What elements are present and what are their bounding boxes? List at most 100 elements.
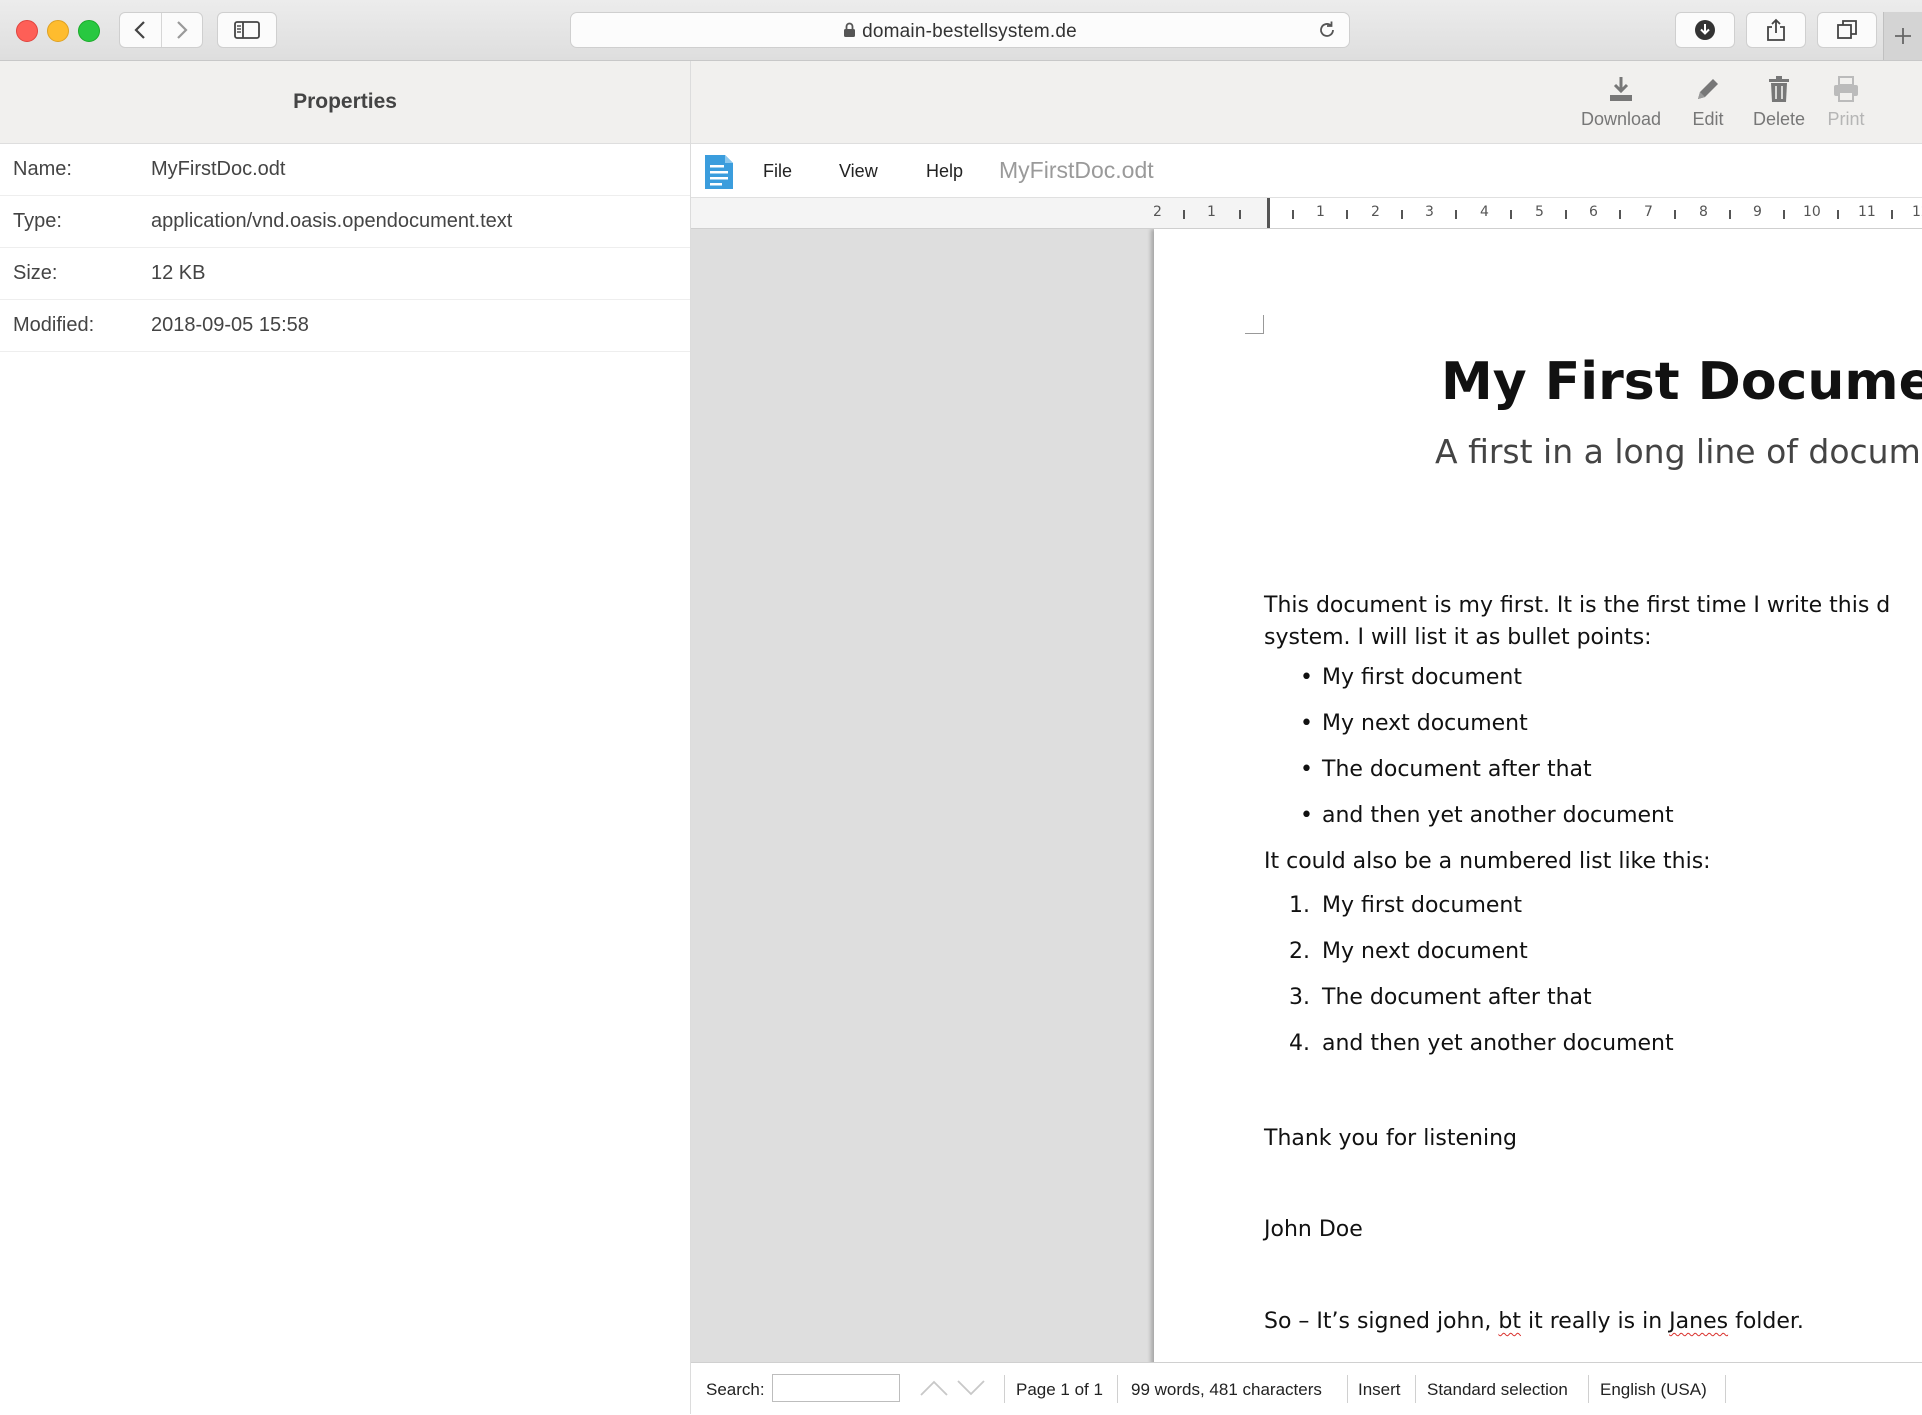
lock-icon xyxy=(844,22,856,37)
edit-label: Edit xyxy=(1692,109,1724,129)
bullet-mark: • xyxy=(1300,711,1313,736)
ruler-tick xyxy=(1510,210,1512,219)
margin-corner-mark xyxy=(1245,315,1264,334)
ruler-label: 3 xyxy=(1425,204,1434,220)
status-bar: Search: Page 1 of 1 99 words, 481 charac… xyxy=(691,1362,1922,1415)
printer-icon xyxy=(1834,76,1858,102)
reload-icon[interactable] xyxy=(1317,20,1337,40)
browser-toolbar: domain-bestellsystem.de xyxy=(0,0,1922,61)
new-tab-button[interactable] xyxy=(1883,12,1922,60)
page-indicator: Page 1 of 1 xyxy=(1016,1380,1103,1399)
trash-icon xyxy=(1769,76,1789,102)
property-value: application/vnd.oasis.opendocument.text xyxy=(151,210,513,232)
sidebar-toggle-button[interactable] xyxy=(217,12,277,48)
bullet-mark: • xyxy=(1300,803,1313,828)
ruler-label: 1 xyxy=(1207,204,1216,220)
ruler-tick xyxy=(1891,210,1893,219)
close-window-button[interactable] xyxy=(16,20,38,42)
closing-text: folder. xyxy=(1728,1309,1804,1334)
ruler-label: 12 xyxy=(1912,204,1922,220)
plus-icon xyxy=(1895,28,1911,44)
bullet-item: My next document xyxy=(1322,711,1528,736)
tab-overview-button[interactable] xyxy=(1817,12,1877,48)
bullet-mark: • xyxy=(1300,757,1313,782)
delete-label: Delete xyxy=(1752,109,1806,129)
property-key: Modified: xyxy=(13,314,95,336)
delete-button[interactable]: Delete xyxy=(1747,75,1811,130)
intro-paragraph-line: system. I will list it as bullet points: xyxy=(1264,625,1652,650)
ruler-label: 11 xyxy=(1858,204,1876,220)
numbered-item: and then yet another document xyxy=(1322,1031,1674,1056)
forward-button[interactable] xyxy=(160,13,203,47)
closing-line: So – It’s signed john, bt it really is i… xyxy=(1264,1306,1804,1338)
properties-panel: Properties Name: MyFirstDoc.odt Type: ap… xyxy=(0,61,691,1414)
horizontal-ruler[interactable]: 2 1 1 2 3 4 5 6 7 8 9 10 11 12 xyxy=(691,198,1922,229)
document-page[interactable]: My First Document A first in a long line… xyxy=(1154,229,1922,1362)
document-subtitle: A first in a long line of documents xyxy=(1435,432,1922,471)
tabs-icon xyxy=(1837,20,1857,39)
numbered-intro: It could also be a numbered list like th… xyxy=(1264,849,1711,874)
print-label: Print xyxy=(1827,109,1865,129)
ruler-label: 4 xyxy=(1480,204,1489,220)
numbered-item: My next document xyxy=(1322,939,1528,964)
ruler-tick xyxy=(1619,210,1621,219)
number-mark: 2. xyxy=(1289,939,1310,964)
file-actions-toolbar: Download Edit Delete Print xyxy=(691,61,1922,144)
selection-mode[interactable]: Standard selection xyxy=(1427,1380,1568,1400)
left-margin-marker[interactable] xyxy=(1267,198,1270,228)
ruler-label: 7 xyxy=(1644,204,1653,220)
zoom-window-button[interactable] xyxy=(78,20,100,42)
minimize-window-button[interactable] xyxy=(47,20,69,42)
document-filename: MyFirstDoc.odt xyxy=(999,157,1154,183)
ruler-tick xyxy=(1674,210,1676,219)
menu-view[interactable]: View xyxy=(839,161,878,182)
property-value: 12 KB xyxy=(151,262,206,284)
ruler-label: 10 xyxy=(1803,204,1821,220)
number-mark: 3. xyxy=(1289,985,1310,1010)
property-row-size: Size: 12 KB xyxy=(0,248,690,300)
bullet-item: My first document xyxy=(1322,665,1522,690)
ruler-label: 1 xyxy=(1316,204,1325,220)
url-text: domain-bestellsystem.de xyxy=(862,21,1077,42)
pencil-icon xyxy=(1698,79,1718,99)
status-divider xyxy=(1725,1375,1726,1403)
bullet-mark: • xyxy=(1300,665,1313,690)
document-icon xyxy=(705,155,733,189)
menu-file[interactable]: File xyxy=(763,161,792,182)
ruler-tick xyxy=(1783,210,1785,219)
downloads-button[interactable] xyxy=(1675,12,1735,48)
share-button[interactable] xyxy=(1746,12,1806,48)
word-count: 99 words, 481 characters xyxy=(1131,1380,1322,1399)
ruler-label: 2 xyxy=(1153,204,1162,220)
search-input[interactable] xyxy=(772,1374,900,1402)
menu-help[interactable]: Help xyxy=(926,161,963,182)
address-bar[interactable]: domain-bestellsystem.de xyxy=(570,12,1350,48)
document-canvas[interactable]: My First Document A first in a long line… xyxy=(691,229,1922,1362)
editor-menubar: File View Help MyFirstDoc.odt xyxy=(691,144,1922,198)
insert-mode[interactable]: Insert xyxy=(1358,1380,1401,1400)
numbered-item: My first document xyxy=(1322,893,1522,918)
language-indicator[interactable]: English (USA) xyxy=(1600,1380,1707,1400)
document-viewer: Download Edit Delete Print File View Hel… xyxy=(691,61,1922,1415)
download-button[interactable]: Download xyxy=(1579,75,1663,130)
print-button[interactable]: Print xyxy=(1821,75,1871,130)
ruler-label: 6 xyxy=(1589,204,1598,220)
property-row-name: Name: MyFirstDoc.odt xyxy=(0,144,690,196)
status-divider xyxy=(1117,1375,1118,1403)
back-button[interactable] xyxy=(120,13,161,47)
download-label: Download xyxy=(1580,109,1662,129)
closing-text: it really is in xyxy=(1521,1309,1670,1334)
signature-line: John Doe xyxy=(1264,1217,1363,1242)
edit-button[interactable]: Edit xyxy=(1683,75,1733,130)
misspelled-word: Janes xyxy=(1669,1309,1729,1334)
sidebar-icon xyxy=(234,21,260,39)
document-title: My First Document xyxy=(1441,352,1922,412)
ruler-label: 8 xyxy=(1699,204,1708,220)
thanks-line: Thank you for listening xyxy=(1264,1126,1518,1151)
search-previous-icon[interactable] xyxy=(919,1379,949,1397)
search-next-icon[interactable] xyxy=(956,1379,986,1397)
status-divider xyxy=(1347,1375,1348,1403)
download-icon xyxy=(1610,77,1632,101)
ruler-label: 9 xyxy=(1753,204,1762,220)
ruler-tick xyxy=(1729,210,1731,219)
